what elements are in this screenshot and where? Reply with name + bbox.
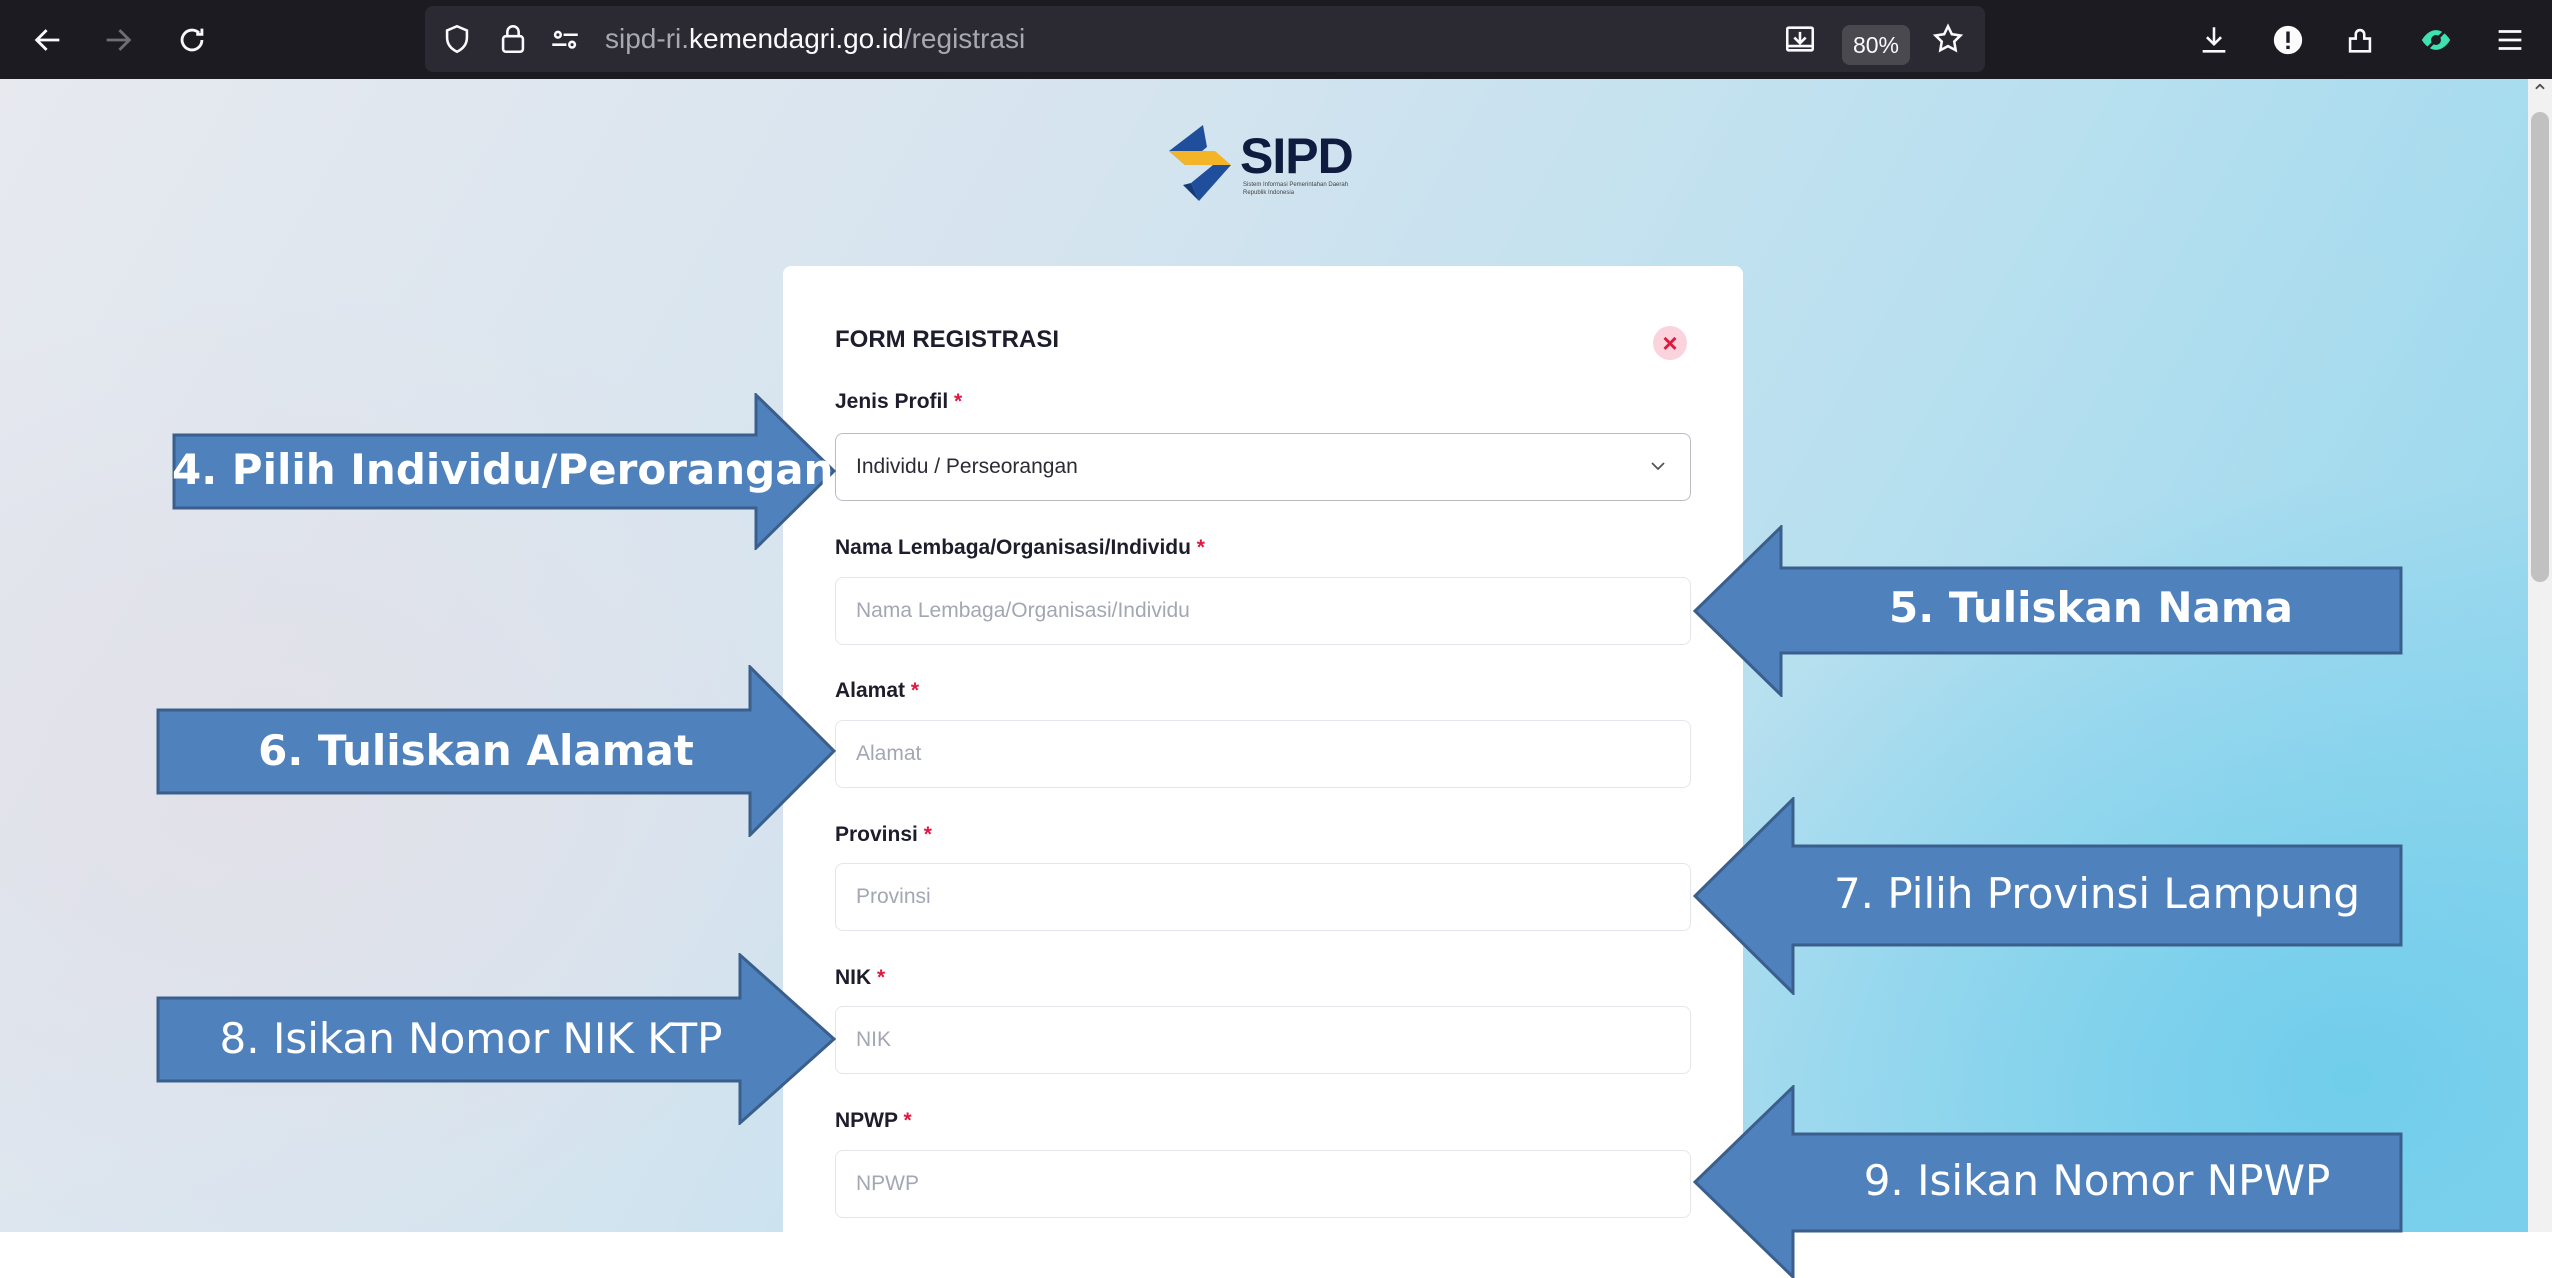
annotation-arrow-step8: 8. Isikan Nomor NIK KTP [156, 953, 836, 1125]
nik-input[interactable] [835, 1006, 1691, 1074]
nik-label: NIK * [835, 966, 885, 990]
url-bar[interactable]: sipd-ri.kemendagri.go.id/registrasi 80% [425, 6, 1985, 72]
jenis-profil-select[interactable]: Individu / Perseorangan [835, 433, 1691, 501]
annotation-step7-text: 7. Pilih Provinsi Lampung [1833, 869, 2361, 918]
annotation-step8-text: 8. Isikan Nomor NIK KTP [219, 1014, 723, 1063]
jenis-profil-label-text: Jenis Profil [835, 390, 949, 413]
registration-form-card: FORM REGISTRASI × Jenis Profil * Individ… [783, 266, 1743, 1266]
annotation-arrow-step5: 5. Tuliskan Nama [1693, 525, 2403, 697]
sipd-logo-text: SIPD [1240, 128, 1354, 184]
lock-icon[interactable] [493, 19, 533, 59]
provinsi-label-text: Provinsi [835, 823, 918, 846]
annotation-step9-text: 9. Isikan Nomor NPWP [1863, 1156, 2331, 1205]
annotation-arrow-step4: 4. Pilih Individu/Perorangan [172, 393, 836, 550]
nama-input[interactable] [835, 577, 1691, 645]
required-mark: * [903, 1109, 912, 1132]
close-icon[interactable]: × [1653, 326, 1687, 360]
alamat-label-text: Alamat [835, 679, 906, 702]
scrollbar-thumb[interactable] [2531, 112, 2549, 582]
shield-icon[interactable] [437, 19, 477, 59]
nama-label-text: Nama Lembaga/Organisasi/Individu [835, 536, 1191, 559]
tracking-protection-icon[interactable] [2416, 20, 2456, 60]
zoom-level-badge[interactable]: 80% [1842, 25, 1910, 65]
required-mark: * [910, 679, 920, 702]
jenis-profil-label: Jenis Profil * [835, 390, 962, 414]
extensions-icon[interactable] [2340, 20, 2380, 60]
downloads-icon[interactable] [2194, 20, 2234, 60]
password-manager-icon[interactable] [2268, 20, 2308, 60]
reload-icon[interactable] [172, 20, 212, 60]
browser-toolbar: sipd-ri.kemendagri.go.id/registrasi 80% [0, 0, 2552, 79]
npwp-label-text: NPWP [835, 1109, 898, 1132]
url-text[interactable]: sipd-ri.kemendagri.go.id/registrasi [605, 6, 1025, 72]
url-path: /registrasi [903, 23, 1026, 54]
bookmark-star-icon[interactable] [1928, 19, 1968, 59]
provinsi-label: Provinsi * [835, 823, 932, 847]
sipd-logo-tagline: Sistem Informasi Pemerintahan Daerah Rep… [1243, 182, 1349, 196]
back-icon[interactable] [28, 20, 68, 60]
required-mark: * [1196, 536, 1205, 559]
npwp-input[interactable] [835, 1150, 1691, 1218]
nik-label-text: NIK [835, 966, 872, 989]
alamat-label: Alamat * [835, 679, 919, 703]
scroll-up-icon[interactable]: ⌃ [2528, 79, 2552, 107]
permissions-icon[interactable] [545, 19, 585, 59]
annotation-arrow-step6: 6. Tuliskan Alamat [156, 665, 836, 837]
menu-icon[interactable] [2490, 20, 2530, 60]
required-mark: * [923, 823, 932, 846]
annotation-step4-text: 4. Pilih Individu/Perorangan [172, 445, 834, 494]
required-mark: * [877, 966, 886, 989]
forward-icon[interactable] [98, 20, 138, 60]
save-to-pocket-icon[interactable] [1780, 19, 1820, 59]
npwp-label: NPWP * [835, 1109, 912, 1133]
annotation-arrow-step7: 7. Pilih Provinsi Lampung [1693, 797, 2403, 995]
url-host: kemendagri.go.id [689, 23, 904, 54]
annotation-step6-text: 6. Tuliskan Alamat [258, 726, 694, 775]
url-prefix: sipd-ri. [605, 23, 690, 54]
nama-label: Nama Lembaga/Organisasi/Individu * [835, 536, 1205, 560]
form-title: FORM REGISTRASI [835, 326, 1060, 353]
annotation-arrow-step9: 9. Isikan Nomor NPWP [1693, 1085, 2403, 1278]
alamat-input[interactable] [835, 720, 1691, 788]
provinsi-input[interactable] [835, 863, 1691, 931]
jenis-profil-value: Individu / Perseorangan [856, 455, 1078, 478]
annotation-step5-text: 5. Tuliskan Nama [1889, 583, 2293, 632]
sipd-logo: SIPD Sistem Informasi Pemerintahan Daera… [1165, 125, 1365, 205]
required-mark: * [954, 390, 963, 413]
sipd-logo-icon [1169, 125, 1231, 201]
chevron-down-icon [1651, 462, 1665, 471]
